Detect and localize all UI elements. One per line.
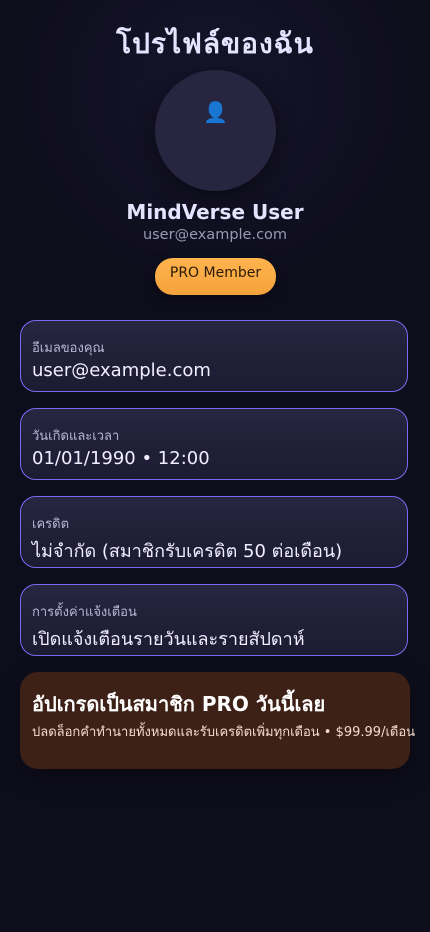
email-card[interactable]: อีเมลของคุณ user@example.com bbox=[20, 320, 408, 392]
pro-upgrade-title: อัปเกรดเป็นสมาชิก PRO วันนี้เลย bbox=[32, 692, 326, 716]
birth-datetime-card-value: 01/01/1990 • 12:00 bbox=[32, 448, 210, 469]
user-icon: 👤 bbox=[203, 100, 228, 124]
pro-upgrade-subtitle: ปลดล็อกคำทำนายทั้งหมดและรับเครดิตเพิ่มทุ… bbox=[32, 725, 416, 740]
page-title: โปรไฟล์ของฉัน bbox=[116, 27, 314, 60]
email-card-value: user@example.com bbox=[32, 360, 211, 381]
birth-datetime-card[interactable]: วันเกิดและเวลา 01/01/1990 • 12:00 bbox=[20, 408, 408, 480]
notification-settings-card-label: การตั้งค่าแจ้งเตือน bbox=[32, 605, 137, 620]
credits-card-value: ไม่จำกัด (สมาชิกรับเครดิต 50 ต่อเดือน) bbox=[32, 541, 343, 562]
avatar[interactable]: 👤 bbox=[155, 70, 276, 191]
notification-settings-card-value: เปิดแจ้งเตือนรายวันและรายสัปดาห์ bbox=[32, 629, 305, 650]
user-name: MindVerse User bbox=[126, 200, 304, 224]
user-email: user@example.com bbox=[142, 227, 288, 243]
membership-badge: PRO Member bbox=[155, 258, 276, 295]
birth-datetime-card-label: วันเกิดและเวลา bbox=[32, 429, 120, 444]
notification-settings-card[interactable]: การตั้งค่าแจ้งเตือน เปิดแจ้งเตือนรายวันแ… bbox=[20, 584, 408, 656]
pro-upgrade-banner[interactable]: อัปเกรดเป็นสมาชิก PRO วันนี้เลย ปลดล็อกค… bbox=[20, 672, 415, 769]
credits-card-label: เครดิต bbox=[32, 517, 70, 532]
email-card-label: อีเมลของคุณ bbox=[32, 341, 105, 356]
credits-card[interactable]: เครดิต ไม่จำกัด (สมาชิกรับเครดิต 50 ต่อเ… bbox=[20, 496, 408, 568]
